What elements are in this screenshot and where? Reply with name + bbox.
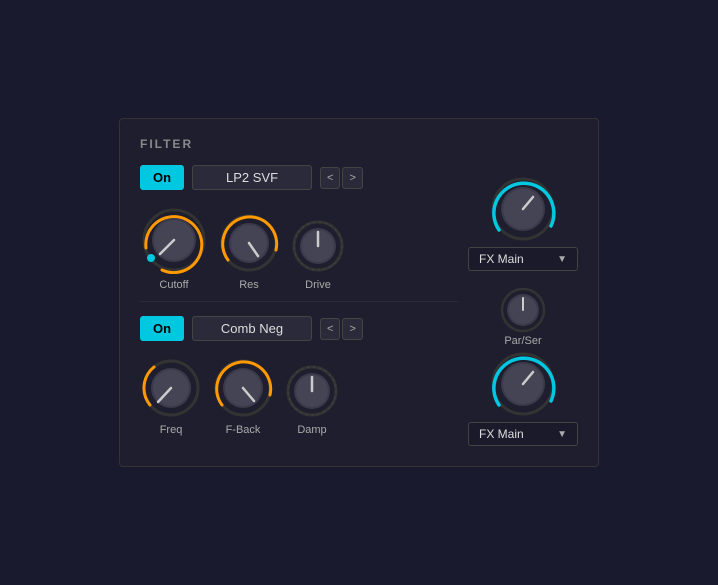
freq-knob[interactable] [140, 357, 202, 419]
damp-label: Damp [297, 424, 326, 436]
res-knob-wrapper: Res [218, 212, 280, 291]
drive-knob[interactable] [290, 218, 346, 274]
fx-main-dropdown-top[interactable]: FX Main ▼ [468, 247, 578, 271]
res-knob[interactable] [218, 212, 280, 274]
fx-main-label-top: FX Main [479, 252, 524, 266]
filter2-nav-left[interactable]: < [320, 318, 340, 340]
fback-knob-wrapper: F-Back [212, 357, 274, 436]
filter2-nav: < > [320, 318, 363, 340]
freq-knob-wrapper: Freq [140, 357, 202, 436]
cutoff-knob-wrapper: Cutoff [140, 206, 208, 291]
section-title: FILTER [140, 137, 578, 151]
filter2-name: Comb Neg [192, 316, 312, 341]
filter2-knobs: Freq F-Back [140, 357, 458, 436]
freq-label: Freq [160, 424, 183, 436]
filter1-nav: < > [320, 167, 363, 189]
filter1-row: On LP2 SVF < > [140, 165, 458, 190]
filter1-nav-left[interactable]: < [320, 167, 340, 189]
damp-knob[interactable] [284, 363, 340, 419]
chevron-down-icon-top: ▼ [557, 254, 567, 265]
filter-panel: FILTER On LP2 SVF < > [119, 118, 599, 467]
par-ser-wrapper: Par/Ser [498, 285, 548, 347]
chevron-down-icon-bottom: ▼ [557, 429, 567, 440]
filter2-nav-right[interactable]: > [342, 318, 362, 340]
fback-label: F-Back [226, 424, 261, 436]
fx-main-knob-bottom[interactable] [489, 350, 557, 418]
filter2-section: On Comb Neg < > [140, 301, 458, 436]
filter1-knobs: Cutoff Res [140, 206, 458, 291]
drive-label: Drive [305, 279, 331, 291]
filter1-nav-right[interactable]: > [342, 167, 362, 189]
filter1-section: On LP2 SVF < > [140, 165, 458, 291]
right-column: FX Main ▼ Par/Ser [468, 165, 578, 446]
fx-main-dropdown-bottom[interactable]: FX Main ▼ [468, 422, 578, 446]
res-label: Res [239, 279, 259, 291]
damp-knob-wrapper: Damp [284, 363, 340, 436]
fx-main-label-bottom: FX Main [479, 427, 524, 441]
par-ser-knob[interactable] [498, 285, 548, 335]
par-ser-label: Par/Ser [504, 335, 541, 347]
fback-knob[interactable] [212, 357, 274, 419]
cutoff-knob[interactable] [140, 206, 208, 274]
cutoff-label: Cutoff [159, 279, 188, 291]
filter1-name: LP2 SVF [192, 165, 312, 190]
fx-main-knob-top[interactable] [489, 175, 557, 243]
drive-knob-wrapper: Drive [290, 218, 346, 291]
filter2-row: On Comb Neg < > [140, 316, 458, 341]
filter1-on-button[interactable]: On [140, 165, 184, 190]
filter2-on-button[interactable]: On [140, 316, 184, 341]
